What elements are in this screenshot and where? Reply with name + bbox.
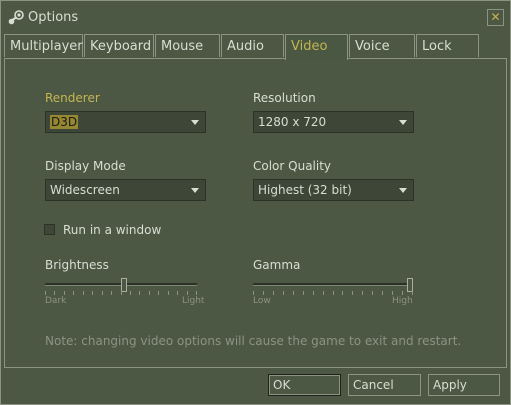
- slider-tick: [382, 291, 383, 295]
- slider-tick: [196, 291, 197, 295]
- chevron-down-icon: [399, 188, 407, 193]
- slider-tick: [263, 291, 264, 295]
- slider-tick: [342, 291, 343, 295]
- gamma-slider-thumb[interactable]: [407, 278, 413, 292]
- tab-lock[interactable]: Lock: [416, 34, 479, 57]
- slider-tick: [64, 291, 65, 295]
- slider-tick: [177, 291, 178, 295]
- resolution-dropdown[interactable]: 1280 x 720: [253, 111, 414, 133]
- brightness-label: Brightness: [45, 258, 109, 272]
- renderer-label: Renderer: [45, 91, 100, 105]
- close-button[interactable]: ✕: [487, 9, 504, 26]
- slider-tick: [121, 291, 122, 295]
- slider-tick: [187, 291, 188, 295]
- color-quality-dropdown[interactable]: Highest (32 bit): [253, 179, 414, 201]
- brightness-max-label: Light: [182, 296, 205, 306]
- color-quality-value: Highest (32 bit): [258, 183, 352, 197]
- slider-tick: [273, 291, 274, 295]
- tab-bar: Multiplayer Keyboard Mouse Audio Video V…: [4, 34, 507, 60]
- restart-note: Note: changing video options will cause …: [45, 334, 462, 348]
- renderer-dropdown[interactable]: D3D: [45, 111, 206, 133]
- run-in-window-label[interactable]: Run in a window: [63, 223, 161, 237]
- renderer-value: D3D: [50, 115, 79, 129]
- gamma-slider[interactable]: [253, 278, 413, 304]
- slider-tick: [313, 291, 314, 295]
- display-mode-dropdown[interactable]: Widescreen: [45, 179, 206, 201]
- tab-mouse[interactable]: Mouse: [155, 34, 220, 57]
- slider-tick: [293, 291, 294, 295]
- slider-tick: [149, 291, 150, 295]
- slider-tick: [92, 291, 93, 295]
- brightness-slider[interactable]: [45, 278, 197, 304]
- slider-tick: [54, 291, 55, 295]
- ok-button[interactable]: OK: [268, 374, 341, 396]
- chevron-down-icon: [191, 120, 199, 125]
- window-title: Options: [28, 10, 79, 25]
- slider-tick: [392, 291, 393, 295]
- slider-tick: [130, 291, 131, 295]
- gamma-label: Gamma: [253, 258, 301, 272]
- slider-tick: [139, 291, 140, 295]
- display-mode-label: Display Mode: [45, 159, 126, 173]
- slider-tick: [333, 291, 334, 295]
- run-in-window-checkbox[interactable]: [44, 224, 55, 235]
- slider-tick: [168, 291, 169, 295]
- slider-tick: [158, 291, 159, 295]
- gamma-min-label: Low: [253, 296, 271, 306]
- slider-tick: [83, 291, 84, 295]
- color-quality-label: Color Quality: [253, 159, 332, 173]
- slider-tick: [402, 291, 403, 295]
- slider-tick: [372, 291, 373, 295]
- tab-video[interactable]: Video: [285, 34, 348, 60]
- slider-tick: [102, 291, 103, 295]
- chevron-down-icon: [399, 120, 407, 125]
- chevron-down-icon: [191, 188, 199, 193]
- title-bar[interactable]: Options ✕: [1, 1, 510, 33]
- slider-tick: [362, 291, 363, 295]
- tab-voice[interactable]: Voice: [349, 34, 415, 57]
- slider-tick: [111, 291, 112, 295]
- cancel-button[interactable]: Cancel: [348, 374, 421, 396]
- brightness-min-label: Dark: [45, 296, 67, 306]
- apply-button[interactable]: Apply: [428, 374, 500, 396]
- slider-tick: [73, 291, 74, 295]
- slider-tick: [253, 291, 254, 295]
- tab-multiplayer[interactable]: Multiplayer: [4, 34, 83, 57]
- tab-audio[interactable]: Audio: [221, 34, 284, 57]
- slider-tick: [303, 291, 304, 295]
- close-icon: ✕: [490, 10, 501, 24]
- display-mode-value: Widescreen: [50, 183, 120, 197]
- slider-tick: [283, 291, 284, 295]
- tab-keyboard[interactable]: Keyboard: [84, 34, 154, 57]
- slider-track: [253, 283, 413, 286]
- resolution-value: 1280 x 720: [258, 115, 327, 129]
- steam-icon: [8, 10, 24, 25]
- slider-tick: [323, 291, 324, 295]
- resolution-label: Resolution: [253, 91, 316, 105]
- slider-tick: [45, 291, 46, 295]
- brightness-slider-thumb[interactable]: [121, 278, 127, 292]
- slider-tick: [352, 291, 353, 295]
- gamma-max-label: High: [392, 296, 413, 306]
- slider-tick: [412, 291, 413, 295]
- options-window: Options ✕ Multiplayer Keyboard Mouse Aud…: [0, 0, 511, 405]
